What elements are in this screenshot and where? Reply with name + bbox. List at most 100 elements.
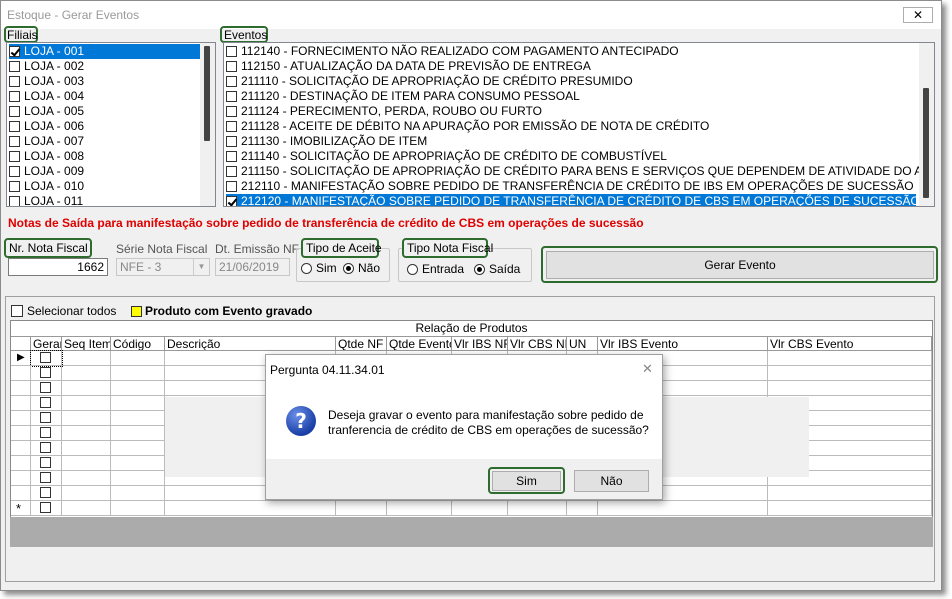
filial-item[interactable]: LOJA - 003 bbox=[9, 74, 201, 89]
table-cell[interactable] bbox=[62, 501, 111, 516]
table-cell[interactable] bbox=[31, 471, 62, 486]
col-qtde-nf[interactable]: Qtde NF bbox=[336, 337, 387, 351]
table-cell[interactable] bbox=[165, 501, 336, 516]
table-cell[interactable] bbox=[111, 456, 165, 471]
nota-entrada-radio[interactable]: Entrada bbox=[407, 262, 464, 276]
table-cell[interactable] bbox=[62, 381, 111, 396]
table-cell[interactable] bbox=[567, 501, 598, 516]
table-cell[interactable] bbox=[111, 426, 165, 441]
checkbox-icon[interactable] bbox=[226, 151, 237, 162]
checkbox-checked-icon[interactable] bbox=[9, 46, 20, 57]
col-vlr-ibs-nf[interactable]: Vlr IBS NF bbox=[452, 337, 508, 351]
gerar-checkbox-icon[interactable] bbox=[40, 502, 51, 513]
filial-item[interactable]: LOJA - 008 bbox=[9, 149, 201, 164]
table-cell[interactable] bbox=[31, 486, 62, 501]
table-cell[interactable] bbox=[31, 381, 62, 396]
gerar-evento-button[interactable]: Gerar Evento bbox=[546, 251, 934, 279]
table-cell[interactable] bbox=[111, 396, 165, 411]
table-cell[interactable] bbox=[31, 411, 62, 426]
table-cell[interactable] bbox=[31, 441, 62, 456]
gerar-checkbox-icon[interactable] bbox=[40, 367, 51, 378]
table-cell[interactable] bbox=[768, 351, 932, 366]
filial-item[interactable]: LOJA - 009 bbox=[9, 164, 201, 179]
select-all-checkbox[interactable]: Selecionar todos bbox=[11, 304, 116, 318]
aceite-nao-radio[interactable]: Não bbox=[343, 261, 380, 275]
checkbox-icon[interactable] bbox=[9, 136, 20, 147]
table-cell[interactable] bbox=[31, 501, 62, 516]
col-un[interactable]: UN bbox=[567, 337, 598, 351]
col-qtde-evento[interactable]: Qtde Evento bbox=[387, 337, 452, 351]
table-cell[interactable] bbox=[62, 471, 111, 486]
checkbox-icon[interactable] bbox=[9, 106, 20, 117]
checkbox-icon[interactable] bbox=[226, 91, 237, 102]
filiais-list[interactable]: LOJA - 001 LOJA - 002 LOJA - 003 LOJA - 004… bbox=[6, 42, 216, 207]
evento-item[interactable]: 211124 - PERECIMENTO, PERDA, ROUBO OU FU… bbox=[226, 104, 916, 119]
checkbox-icon[interactable] bbox=[226, 46, 237, 57]
table-cell[interactable] bbox=[111, 501, 165, 516]
checkbox-icon[interactable] bbox=[226, 106, 237, 117]
table-cell[interactable] bbox=[111, 381, 165, 396]
filial-item[interactable]: LOJA - 006 bbox=[9, 119, 201, 134]
col-vlr-cbs-nf[interactable]: Vlr CBS NF bbox=[508, 337, 567, 351]
evento-item[interactable]: 211120 - DESTINAÇÃO DE ITEM PARA CONSUMO… bbox=[226, 89, 916, 104]
sim-button[interactable]: Sim bbox=[492, 471, 561, 491]
close-button[interactable]: ✕ bbox=[903, 7, 933, 23]
checkbox-icon[interactable] bbox=[9, 181, 20, 192]
checkbox-icon[interactable] bbox=[226, 166, 237, 177]
col-seq-item[interactable]: Seq Item bbox=[62, 337, 111, 351]
table-cell[interactable] bbox=[111, 441, 165, 456]
table-cell[interactable] bbox=[111, 486, 165, 501]
evento-item[interactable]: 211128 - ACEITE DE DÉBITO NA APURAÇÃO PO… bbox=[226, 119, 916, 134]
serie-select[interactable]: NFE - 3 ▼ bbox=[116, 258, 210, 276]
eventos-list[interactable]: 112140 - FORNECIMENTO NÃO REALIZADO COM … bbox=[223, 42, 935, 207]
table-cell[interactable] bbox=[62, 366, 111, 381]
table-cell[interactable] bbox=[768, 366, 932, 381]
checkbox-checked-icon[interactable] bbox=[226, 196, 237, 206]
col-vlr-ibs-evento[interactable]: Vlr IBS Evento bbox=[598, 337, 768, 351]
filial-item[interactable]: LOJA - 011 bbox=[9, 194, 201, 206]
nr-nota-input[interactable]: 1662 bbox=[8, 258, 108, 276]
gerar-checkbox-icon[interactable] bbox=[40, 352, 51, 363]
gerar-checkbox-icon[interactable] bbox=[40, 382, 51, 393]
filial-item[interactable]: LOJA - 010 bbox=[9, 179, 201, 194]
evento-item[interactable]: 112150 - ATUALIZAÇÃO DA DATA DE PREVISÃO… bbox=[226, 59, 916, 74]
filial-item[interactable]: LOJA - 007 bbox=[9, 134, 201, 149]
checkbox-icon[interactable] bbox=[226, 181, 237, 192]
checkbox-icon[interactable] bbox=[9, 76, 20, 87]
table-cell[interactable] bbox=[62, 411, 111, 426]
table-cell[interactable] bbox=[452, 501, 508, 516]
col-codigo[interactable]: Código bbox=[111, 337, 165, 351]
table-cell[interactable] bbox=[768, 381, 932, 396]
checkbox-icon[interactable] bbox=[9, 166, 20, 177]
gerar-checkbox-icon[interactable] bbox=[40, 442, 51, 453]
filial-item[interactable]: LOJA - 001 bbox=[9, 44, 201, 59]
gerar-checkbox-icon[interactable] bbox=[40, 487, 51, 498]
table-cell[interactable] bbox=[62, 456, 111, 471]
filial-item[interactable]: LOJA - 004 bbox=[9, 89, 201, 104]
table-cell[interactable] bbox=[768, 486, 932, 501]
filial-item[interactable]: LOJA - 005 bbox=[9, 104, 201, 119]
gerar-checkbox-icon[interactable] bbox=[40, 472, 51, 483]
filiais-scroll-thumb[interactable] bbox=[204, 46, 210, 141]
col-descricao[interactable]: Descrição bbox=[165, 337, 336, 351]
checkbox-icon[interactable] bbox=[226, 136, 237, 147]
table-cell[interactable] bbox=[31, 396, 62, 411]
eventos-scroll-thumb[interactable] bbox=[923, 88, 929, 198]
dialog-close-icon[interactable]: ✕ bbox=[642, 361, 653, 377]
checkbox-icon[interactable] bbox=[9, 151, 20, 162]
evento-item[interactable]: 211140 - SOLICITAÇÃO DE APROPRIAÇÃO DE C… bbox=[226, 149, 916, 164]
nao-button[interactable]: Não bbox=[574, 470, 649, 492]
col-gerar[interactable]: Gerar bbox=[31, 337, 62, 351]
evento-item[interactable]: 212120 - MANIFESTAÇÃO SOBRE PEDIDO DE TR… bbox=[226, 194, 920, 206]
nota-saida-radio[interactable]: Saída bbox=[474, 262, 520, 276]
gerar-checkbox-icon[interactable] bbox=[40, 427, 51, 438]
checkbox-icon[interactable] bbox=[226, 61, 237, 72]
col-vlr-cbs-evento[interactable]: Vlr CBS Evento bbox=[768, 337, 932, 351]
table-cell[interactable] bbox=[111, 366, 165, 381]
table-cell[interactable] bbox=[111, 411, 165, 426]
table-cell[interactable] bbox=[31, 366, 62, 381]
checkbox-icon[interactable] bbox=[9, 121, 20, 132]
table-cell[interactable] bbox=[508, 501, 567, 516]
table-cell[interactable] bbox=[62, 486, 111, 501]
evento-item[interactable]: 211110 - SOLICITAÇÃO DE APROPRIAÇÃO DE C… bbox=[226, 74, 916, 89]
